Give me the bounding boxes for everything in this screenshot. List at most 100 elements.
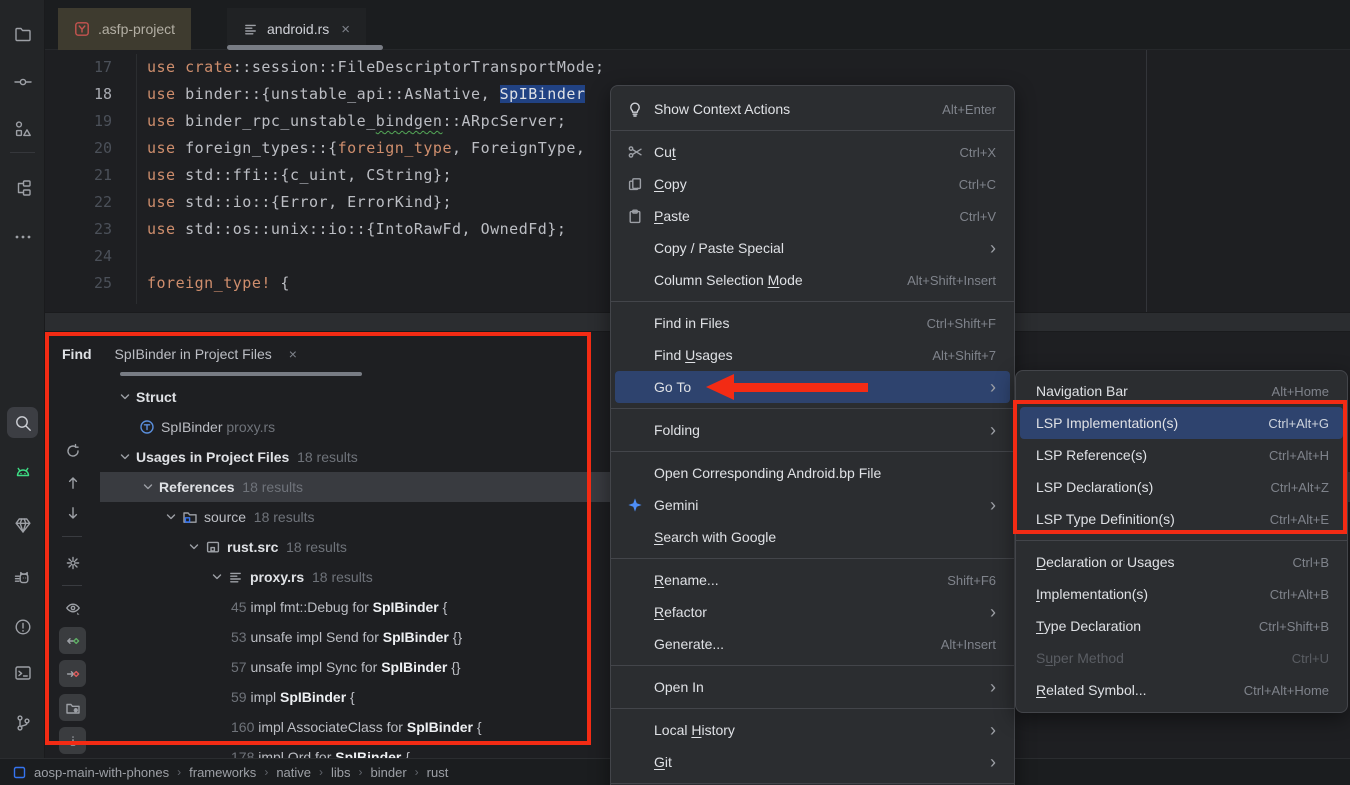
- sidebar-button-more-icon[interactable]: [7, 221, 38, 252]
- line-number: 21: [45, 162, 136, 189]
- sidebar-button-git-branch-icon[interactable]: [7, 707, 38, 738]
- sidebar-button-hierarchy-icon[interactable]: [7, 172, 38, 203]
- sidebar-button-commit-icon[interactable]: [7, 66, 38, 97]
- menu-shortcut: Ctrl+U: [1292, 651, 1329, 666]
- menu-item-find-usages[interactable]: Find UsagesAlt+Shift+7: [615, 339, 1010, 371]
- menu-shortcut: Ctrl+Shift+F: [927, 316, 996, 331]
- menu-item-generate[interactable]: Generate...Alt+Insert: [615, 628, 1010, 660]
- sidebar-button-project-icon[interactable]: [7, 18, 38, 49]
- chevron-right-icon: ›: [990, 421, 996, 439]
- sidebar-button-terminal-icon[interactable]: [7, 657, 38, 688]
- menu-item-git[interactable]: Git›: [615, 746, 1010, 778]
- breadcrumb-item-aosp-main-with-phones[interactable]: aosp-main-with-phones: [34, 765, 169, 780]
- tab-label: android.rs: [267, 21, 329, 37]
- menu-item-cut[interactable]: Cut Ctrl+X: [615, 136, 1010, 168]
- menu-item-copy-paste-special[interactable]: Copy / Paste Special›: [615, 232, 1010, 264]
- gem-icon: [13, 515, 33, 535]
- menu-item-label: Show Context Actions: [654, 101, 790, 117]
- breadcrumb: aosp-main-with-phones›frameworks›native›…: [13, 765, 448, 780]
- sidebar-button-find-icon[interactable]: [7, 407, 38, 438]
- chevron-down-icon[interactable]: [162, 511, 180, 523]
- find-results-tab[interactable]: SpIBinder in Project Files ×: [115, 346, 297, 362]
- menu-item-navigation-bar[interactable]: Navigation BarAlt+Home: [1020, 375, 1343, 407]
- toolbar-button-preview-icon[interactable]: [59, 594, 86, 621]
- toolbar-button-info-icon[interactable]: [59, 727, 86, 754]
- menu-item-label: Copy: [654, 176, 687, 192]
- line-number: 17: [45, 54, 136, 81]
- menu-item-column-selection-mode[interactable]: Column Selection ModeAlt+Shift+Insert: [615, 264, 1010, 296]
- breadcrumb-item-libs[interactable]: libs: [331, 765, 351, 780]
- menu-item-label: Folding: [654, 422, 700, 438]
- chevron-down-icon[interactable]: [116, 391, 134, 403]
- menu-item-declaration-or-usages[interactable]: Declaration or Usages Ctrl+B: [1020, 546, 1343, 578]
- sidebar-button-structure-icon[interactable]: [7, 113, 38, 144]
- chevron-down-icon[interactable]: [185, 541, 203, 553]
- chevron-down-icon[interactable]: [139, 481, 157, 493]
- chevron-right-icon: ›: [990, 603, 996, 621]
- project-icon: [13, 24, 33, 44]
- breadcrumb-item-rust[interactable]: rust: [427, 765, 449, 780]
- menu-shortcut: Ctrl+X: [960, 145, 996, 160]
- chevron-down-icon[interactable]: [116, 451, 134, 463]
- breadcrumb-item-native[interactable]: native: [276, 765, 311, 780]
- menu-item-label: Refactor: [654, 604, 707, 620]
- menu-shortcut: Ctrl+B: [1293, 555, 1329, 570]
- menu-item-label: Open Corresponding Android.bp File: [654, 465, 881, 481]
- menu-item-paste[interactable]: PasteCtrl+V: [615, 200, 1010, 232]
- sidebar-button-logcat-icon[interactable]: [7, 562, 38, 593]
- menu-item-label: Declaration or Usages: [1036, 554, 1175, 570]
- menu-item-gemini[interactable]: Gemini›: [615, 489, 1010, 521]
- source-folder-icon: [182, 509, 204, 525]
- menu-item-copy[interactable]: Copy Ctrl+C: [615, 168, 1010, 200]
- sidebar-button-problems-icon[interactable]: [7, 611, 38, 642]
- menu-item-label: Type Declaration: [1036, 618, 1141, 634]
- menu-item-search-with-google[interactable]: Search with Google: [615, 521, 1010, 553]
- tree-row-text: rust.src 18 results: [227, 539, 347, 555]
- menu-shortcut: Ctrl+C: [959, 177, 996, 192]
- toolbar-button-open-in-new-window-icon[interactable]: [59, 694, 86, 721]
- menu-item-type-declaration[interactable]: Type DeclarationCtrl+Shift+B: [1020, 610, 1343, 642]
- menu-item-refactor[interactable]: Refactor ›: [615, 596, 1010, 628]
- menu-item-rename[interactable]: Rename...Shift+F6: [615, 564, 1010, 596]
- menu-item-open-in[interactable]: Open In›: [615, 671, 1010, 703]
- menu-shortcut: Ctrl+Alt+Z: [1270, 480, 1329, 495]
- breadcrumb-item-frameworks[interactable]: frameworks: [189, 765, 256, 780]
- menu-item-lsp-implementation-s[interactable]: LSP Implementation(s)Ctrl+Alt+G: [1020, 407, 1343, 439]
- sidebar-button-gem-icon[interactable]: [7, 509, 38, 540]
- toolbar-button-prev-occurrence-icon[interactable]: [59, 469, 86, 496]
- android-icon: [13, 462, 33, 482]
- file-lines-icon: [228, 569, 250, 585]
- menu-item-related-symbol[interactable]: Related Symbol...Ctrl+Alt+Home: [1020, 674, 1343, 706]
- toolbar-button-next-occurrence-icon[interactable]: [59, 499, 86, 526]
- menu-item-lsp-declaration-s[interactable]: LSP Declaration(s)Ctrl+Alt+Z: [1020, 471, 1343, 503]
- menu-separator: [611, 408, 1014, 409]
- chevron-down-icon[interactable]: [208, 571, 226, 583]
- menu-item-open-corresponding-android-bp-file[interactable]: Open Corresponding Android.bp File: [615, 457, 1010, 489]
- close-icon[interactable]: ×: [289, 346, 297, 362]
- paste-icon: [627, 208, 654, 224]
- menu-item-find-in-files[interactable]: Find in FilesCtrl+Shift+F: [615, 307, 1010, 339]
- menu-item-go-to[interactable]: Go To›: [615, 371, 1010, 403]
- toolbar-button-refresh-icon[interactable]: [59, 437, 86, 464]
- breadcrumb-item-binder[interactable]: binder: [371, 765, 407, 780]
- toolbar-button-exclude-icon[interactable]: [59, 660, 86, 687]
- prev-occurrence-icon: [65, 475, 81, 491]
- menu-item-lsp-reference-s[interactable]: LSP Reference(s)Ctrl+Alt+H: [1020, 439, 1343, 471]
- menu-item-super-method[interactable]: Super MethodCtrl+U: [1020, 642, 1343, 674]
- menu-item-folding[interactable]: Folding ›: [615, 414, 1010, 446]
- toolbar-button-settings-icon[interactable]: [59, 549, 86, 576]
- menu-item-lsp-type-definition-s[interactable]: LSP Type Definition(s)Ctrl+Alt+E: [1020, 503, 1343, 535]
- menu-item-implementation-s[interactable]: Implementation(s)Ctrl+Alt+B: [1020, 578, 1343, 610]
- chevron-right-icon: ›: [990, 378, 996, 396]
- menu-item-local-history[interactable]: Local History›: [615, 714, 1010, 746]
- tab-asfp-project[interactable]: .asfp-project: [58, 8, 191, 50]
- menu-item-show-context-actions[interactable]: Show Context ActionsAlt+Enter: [615, 93, 1010, 125]
- sidebar-button-android-icon[interactable]: [7, 456, 38, 487]
- close-icon[interactable]: ×: [341, 21, 350, 38]
- tab-android-rs[interactable]: android.rs ×: [227, 8, 366, 50]
- line-number: 19: [45, 108, 136, 135]
- chevron-right-icon: ›: [990, 753, 996, 771]
- module-icon: [13, 766, 26, 779]
- toolbar-button-jump-to-source-icon[interactable]: [59, 627, 86, 654]
- menu-item-label: Cut: [654, 144, 676, 160]
